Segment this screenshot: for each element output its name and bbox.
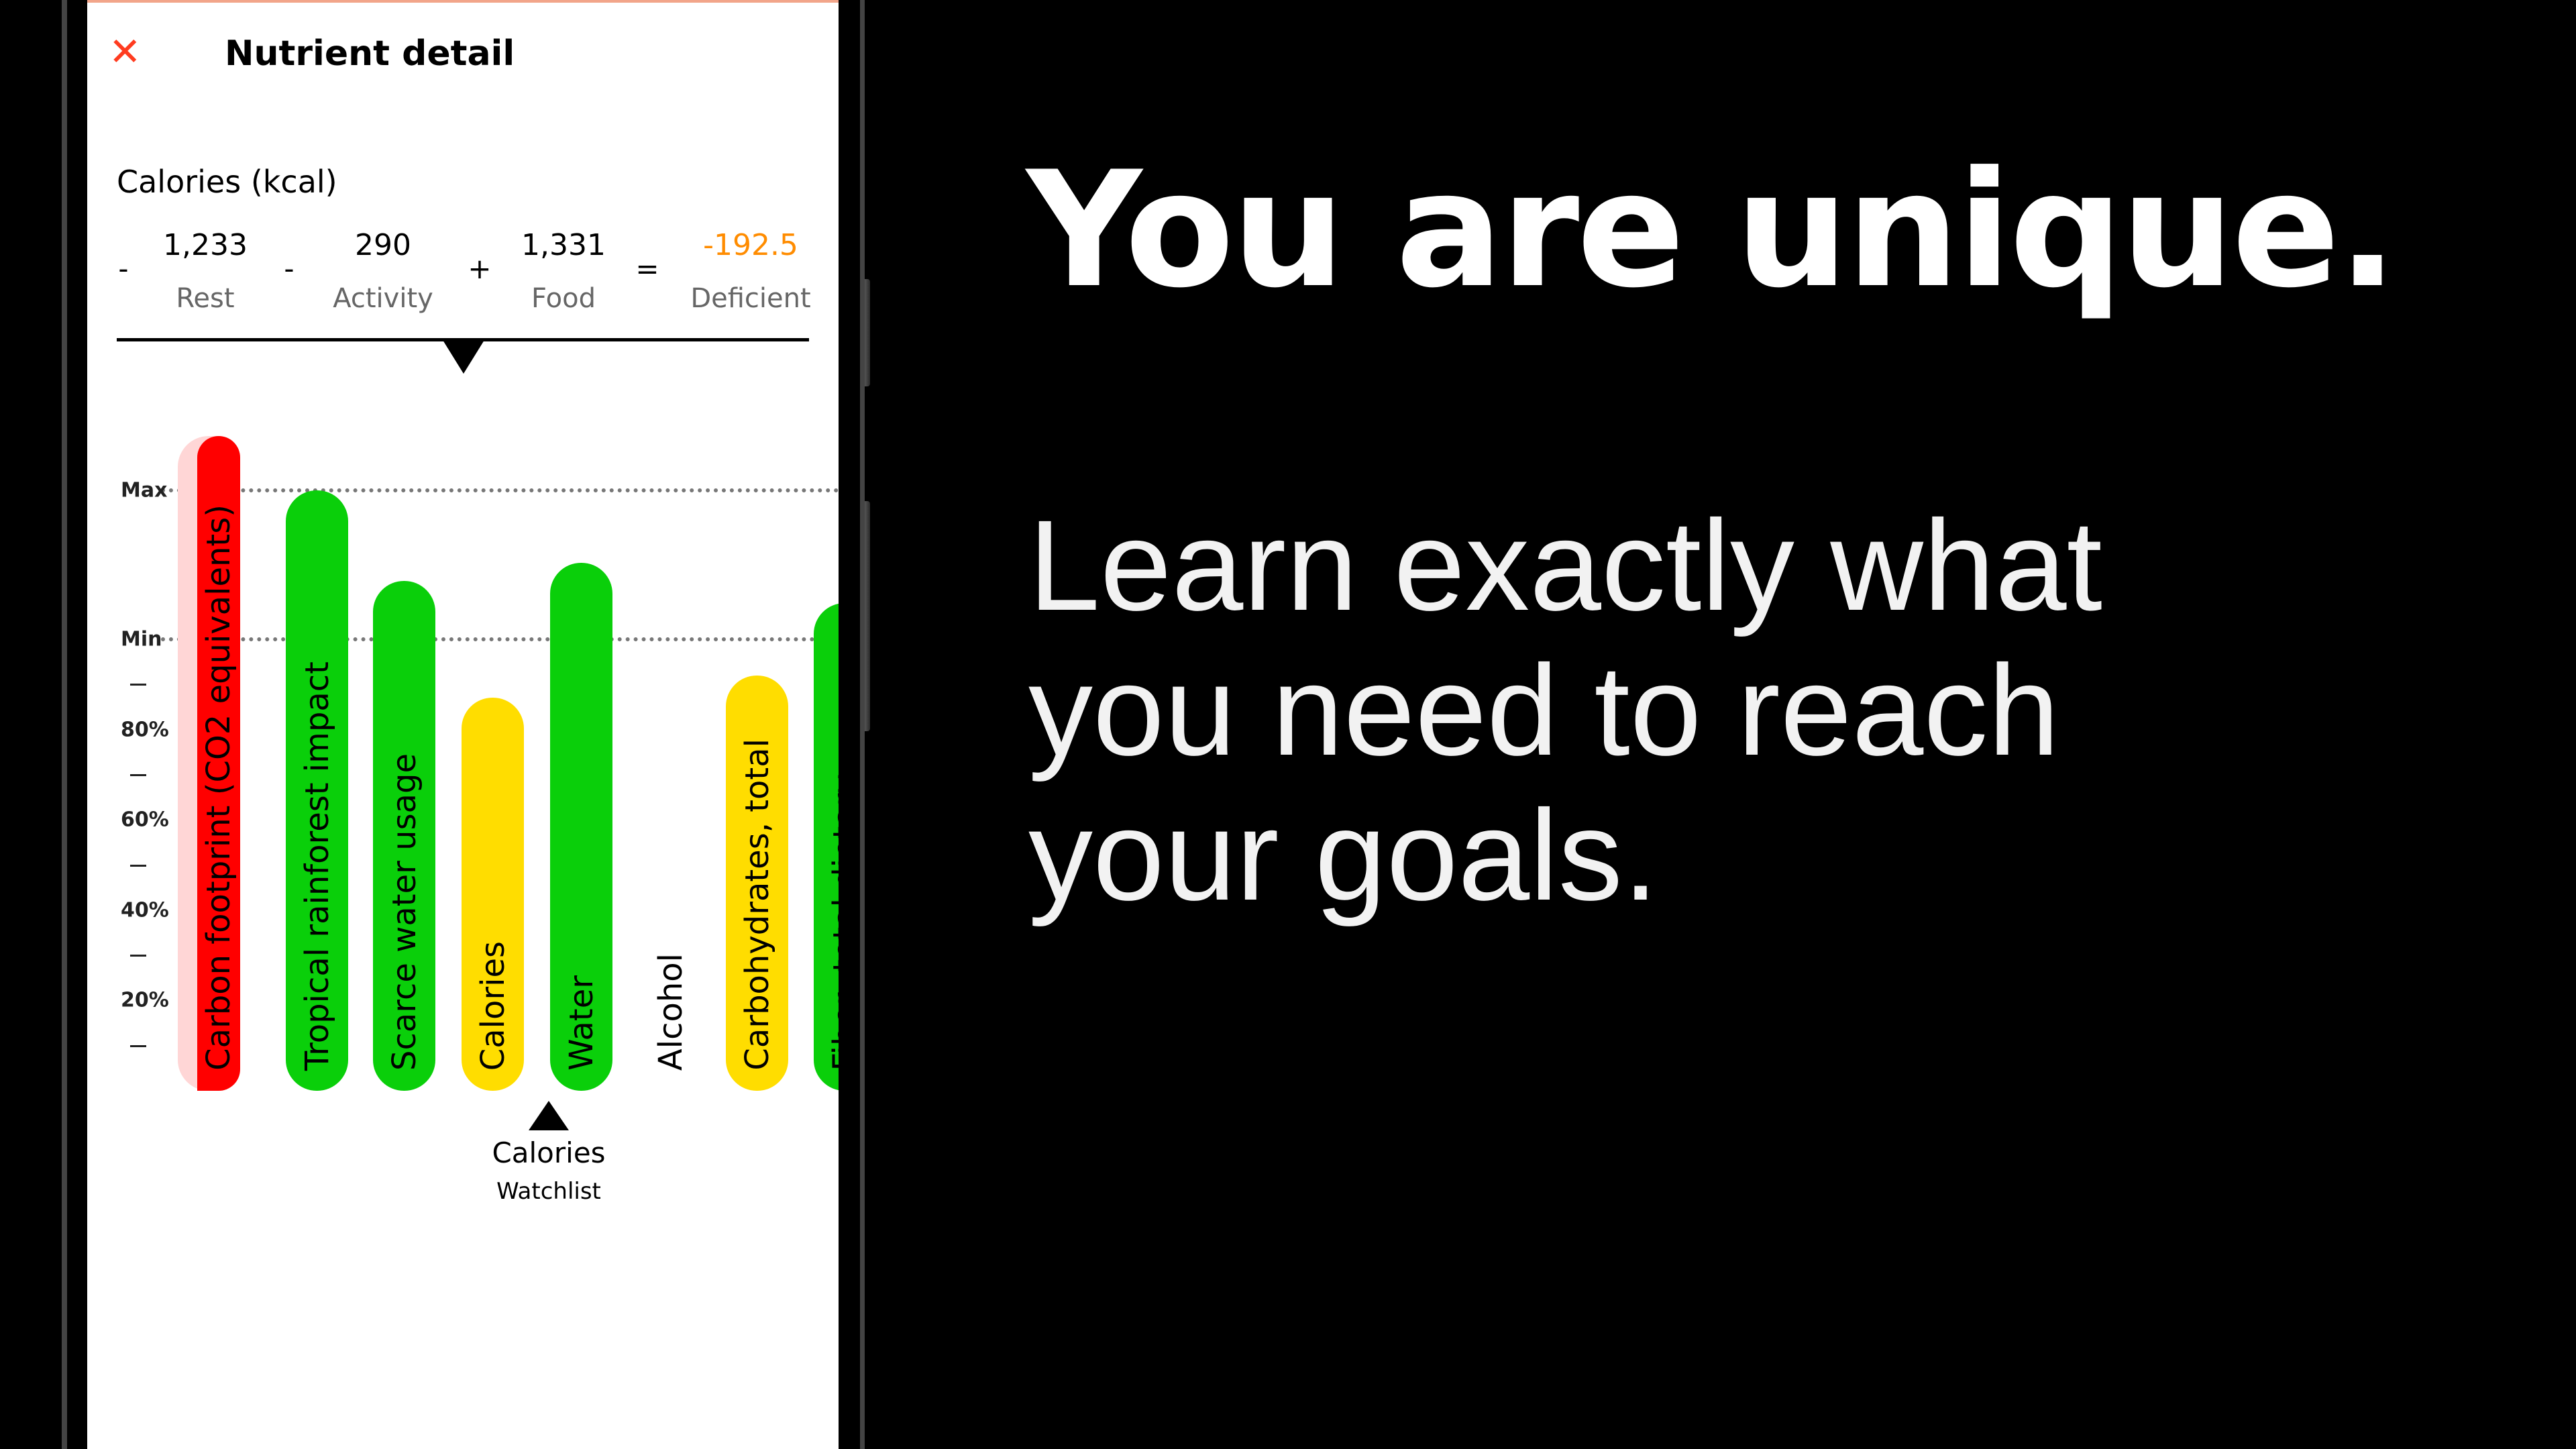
axis-tick [130,864,146,867]
axis-tick [130,1044,146,1047]
phone-frame-right [860,0,865,1449]
bar-fiber-total-dietary[interactable]: Fiber, total dietary [814,603,839,1091]
pointer-down-icon [443,340,484,374]
bar-water[interactable]: Water [550,562,612,1091]
bar-label: Alcohol [651,953,690,1071]
promo-headline: You are unique. [1026,138,2398,323]
bar-alcohol[interactable]: Alcohol [639,822,702,1091]
bar-scarce-water-usage[interactable]: Scarce water usage [373,580,435,1091]
promo-body-line: your goals. [1028,783,1659,927]
bar-label: Carbohydrates, total [738,739,776,1071]
operator-equals: = [635,252,659,285]
axis-label-percent: 20% [121,988,169,1012]
axis-label-percent: 60% [121,808,169,832]
food-label: Food [531,283,596,314]
rest-value: 1,233 [163,228,248,262]
bar-calories[interactable]: Calories [462,698,524,1091]
operator-plus: + [468,252,492,285]
phone-screen: ✕ Nutrient detail Calories (kcal) - 1,23… [87,0,839,1449]
bar-label: Calories [474,941,512,1071]
activity-label: Activity [333,283,433,314]
selected-pointer-up-icon [529,1101,569,1130]
axis-tick [130,773,146,776]
axis-tick [130,684,146,686]
min-reference-line [161,637,839,641]
status-accent-line [87,0,839,3]
bar-label: Tropical rainforest impact [298,661,336,1071]
food-value: 1,331 [521,228,606,262]
bar-carbohydrates-total[interactable]: Carbohydrates, total [726,675,788,1091]
activity-value: 290 [355,228,411,262]
selected-nutrient-name: Calories [492,1136,606,1169]
bar-label: Fiber, total dietary [826,773,839,1071]
operator-minus: - [118,252,129,285]
max-reference-line [161,488,839,492]
close-x-icon[interactable]: ✕ [109,32,142,71]
bar-label: Scarce water usage [385,753,423,1071]
bar-tropical-rainforest-impact[interactable]: Tropical rainforest impact [286,490,348,1091]
axis-tick [130,955,146,957]
deficient-label: Deficient [690,283,811,314]
promo-body-line: you need to reach [1028,638,2060,782]
phone-volume-button [865,279,870,386]
phone-frame-left [62,0,67,1449]
phone-power-button [865,501,870,731]
axis-label-min: Min [121,627,162,651]
axis-label-percent: 40% [121,898,169,922]
bar-label: Carbon footprint (CO2 equivalents) [200,504,237,1071]
nutrient-heading: Calories (kcal) [117,164,337,200]
deficient-value: -192.5 [703,228,798,262]
selected-nutrient-list: Watchlist [496,1178,601,1205]
bar-carbon-footprint-co2-equivalents[interactable]: Carbon footprint (CO2 equivalents) [197,436,240,1091]
axis-label-percent: 80% [121,718,169,742]
promo-body-line: Learn exactly what [1028,493,2102,637]
bar-label: Water [562,975,600,1071]
rest-label: Rest [176,283,235,314]
axis-label-max: Max [121,478,168,502]
page-title: Nutrient detail [225,34,515,74]
promo-body: Learn exactly what you need to reach you… [1028,493,2102,928]
operator-minus: - [284,252,294,285]
